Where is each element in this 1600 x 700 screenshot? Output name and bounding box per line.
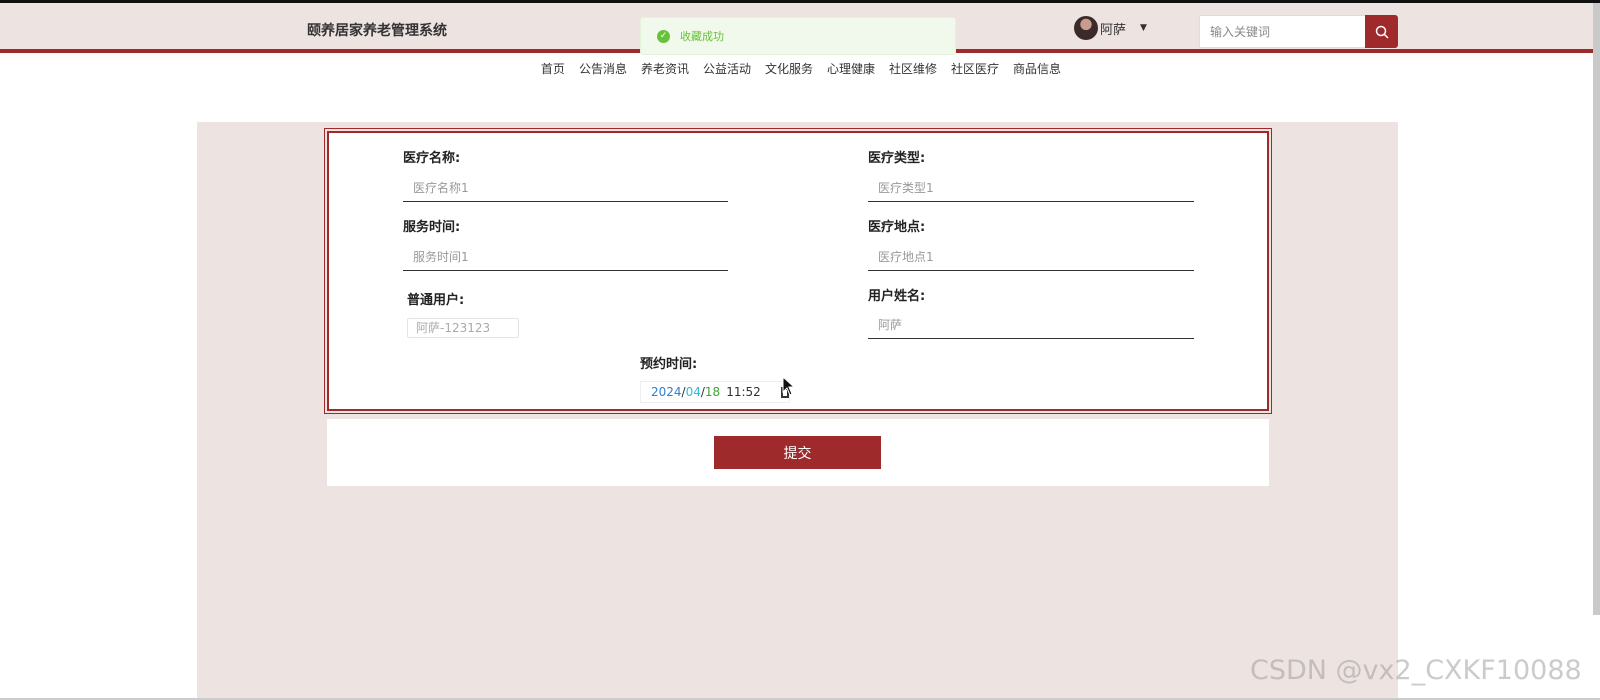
regular-user-field: 阿萨-123123 <box>407 318 519 338</box>
medical-name-input[interactable] <box>403 174 728 202</box>
regular-user-label: 普通用户: <box>407 293 465 308</box>
date-month: 04 <box>685 385 701 399</box>
scrollbar[interactable] <box>1593 3 1600 615</box>
site-title: 颐养居家养老管理系统 <box>307 23 447 39</box>
user-name-input[interactable] <box>868 311 1194 339</box>
medical-name-label: 医疗名称: <box>403 151 461 166</box>
medical-location-label: 医疗地点: <box>868 220 926 235</box>
user-menu[interactable]: 阿萨 ▼ <box>1074 16 1147 40</box>
date-year: 2024 <box>651 385 682 399</box>
nav-item-medical[interactable]: 社区医疗 <box>951 58 999 80</box>
medical-type-label: 医疗类型: <box>868 151 926 166</box>
date-time: 11:52 <box>726 385 761 399</box>
nav-item-repair[interactable]: 社区维修 <box>889 58 937 80</box>
username[interactable]: 阿萨 <box>1100 19 1126 38</box>
medical-location-input[interactable] <box>868 243 1194 271</box>
date-day: 18 <box>704 385 721 399</box>
nav-item-announcements[interactable]: 公告消息 <box>579 58 627 80</box>
main-nav: 首页 公告消息 养老资讯 公益活动 文化服务 心理健康 社区维修 社区医疗 商品… <box>0 58 1600 80</box>
avatar[interactable] <box>1074 16 1098 40</box>
nav-item-culture[interactable]: 文化服务 <box>765 58 813 80</box>
nav-item-charity[interactable]: 公益活动 <box>703 58 751 80</box>
nav-item-elderly-news[interactable]: 养老资讯 <box>641 58 689 80</box>
appointment-form: 医疗名称: 医疗类型: 服务时间: 医疗地点: 普通用户: 阿萨-123123 … <box>324 128 1272 414</box>
appointment-time-label: 预约时间: <box>640 357 698 372</box>
user-name-label: 用户姓名: <box>868 289 926 304</box>
submit-area: 提交 <box>327 419 1269 486</box>
watermark-text: CSDN @vx2_CXKF10088 <box>1250 655 1582 686</box>
nav-item-mental-health[interactable]: 心理健康 <box>827 58 875 80</box>
search-input[interactable] <box>1199 15 1365 48</box>
success-toast: ✓ 收藏成功 <box>640 17 956 55</box>
service-time-input[interactable] <box>403 243 728 271</box>
service-time-label: 服务时间: <box>403 220 461 235</box>
caret-down-icon[interactable]: ▼ <box>1140 23 1147 33</box>
submit-button[interactable]: 提交 <box>714 436 881 469</box>
search-button[interactable] <box>1365 15 1398 48</box>
appointment-time-input[interactable]: 2024/04/18 11:52 <box>640 381 790 403</box>
nav-item-home[interactable]: 首页 <box>541 58 565 80</box>
check-circle-icon: ✓ <box>657 29 670 43</box>
toast-message: 收藏成功 <box>680 30 724 43</box>
search-icon <box>1375 25 1389 39</box>
medical-type-input[interactable] <box>868 174 1194 202</box>
mouse-cursor-icon <box>782 376 796 396</box>
nav-item-products[interactable]: 商品信息 <box>1013 58 1061 80</box>
